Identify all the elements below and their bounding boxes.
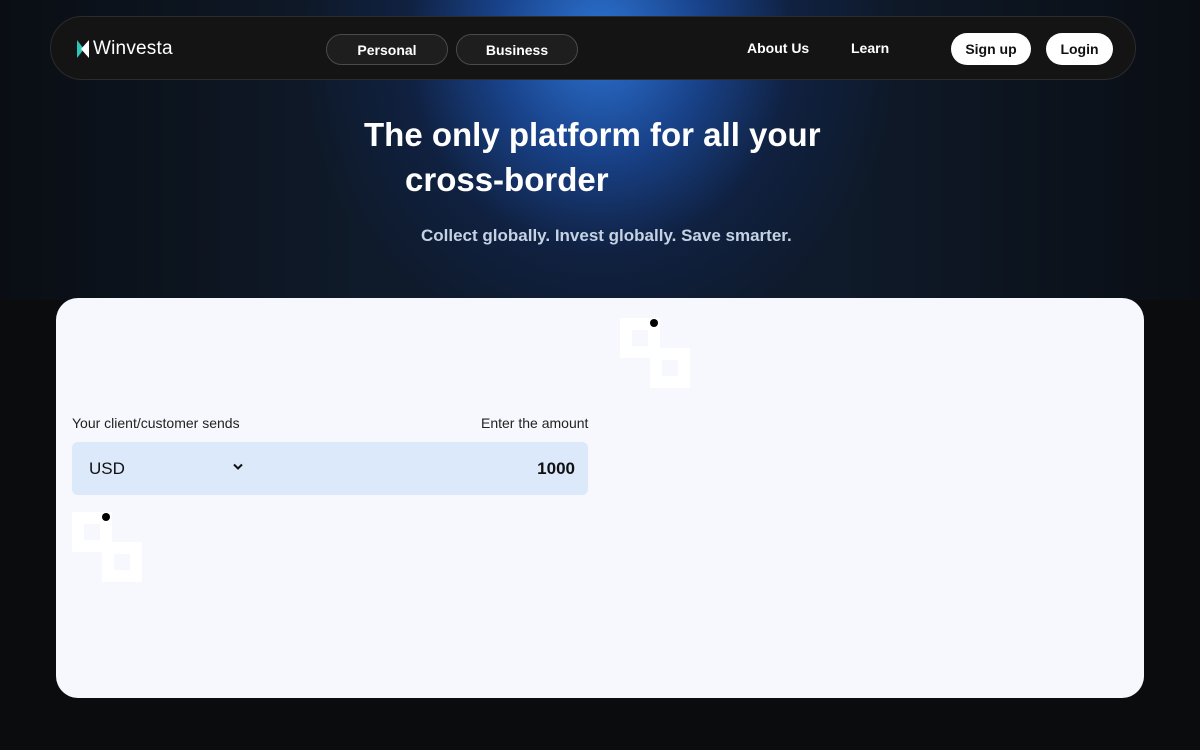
navbar: Winvesta Personal Business About Us Lear… — [50, 16, 1136, 80]
hero-title-line-1: The only platform for all your — [364, 116, 821, 153]
amount-input[interactable]: 1000 — [252, 442, 575, 495]
loading-spinner-icon — [620, 318, 692, 390]
learn-link[interactable]: Learn — [851, 40, 889, 56]
chevron-down-icon — [233, 463, 243, 470]
loading-spinner-icon — [72, 512, 144, 584]
logo[interactable]: Winvesta — [76, 37, 173, 61]
sends-label: Your client/customer sends — [72, 415, 240, 431]
personal-tab[interactable]: Personal — [326, 34, 448, 65]
business-tab[interactable]: Business — [456, 34, 578, 65]
converter-card: Your client/customer sends Enter the amo… — [56, 298, 1144, 698]
currency-select[interactable]: USD — [89, 442, 243, 495]
amount-label: Enter the amount — [481, 415, 589, 431]
hero-title-line-2: cross-border — [405, 161, 609, 198]
winvesta-logo-icon — [77, 40, 89, 58]
loader-dot — [102, 513, 110, 521]
sign-up-button[interactable]: Sign up — [951, 33, 1031, 65]
hero-subtitle: Collect globally. Invest globally. Save … — [421, 226, 792, 245]
hero-title: The only platform for all your cross-bor… — [364, 112, 884, 202]
loader-dot — [650, 319, 658, 327]
send-field-group: USD 1000 — [72, 442, 588, 495]
login-button[interactable]: Login — [1046, 33, 1113, 65]
loader-square — [650, 348, 690, 388]
loader-square — [102, 542, 142, 582]
about-us-link[interactable]: About Us — [747, 40, 809, 56]
logo-text: Winvesta — [93, 38, 173, 59]
currency-value: USD — [89, 458, 125, 478]
